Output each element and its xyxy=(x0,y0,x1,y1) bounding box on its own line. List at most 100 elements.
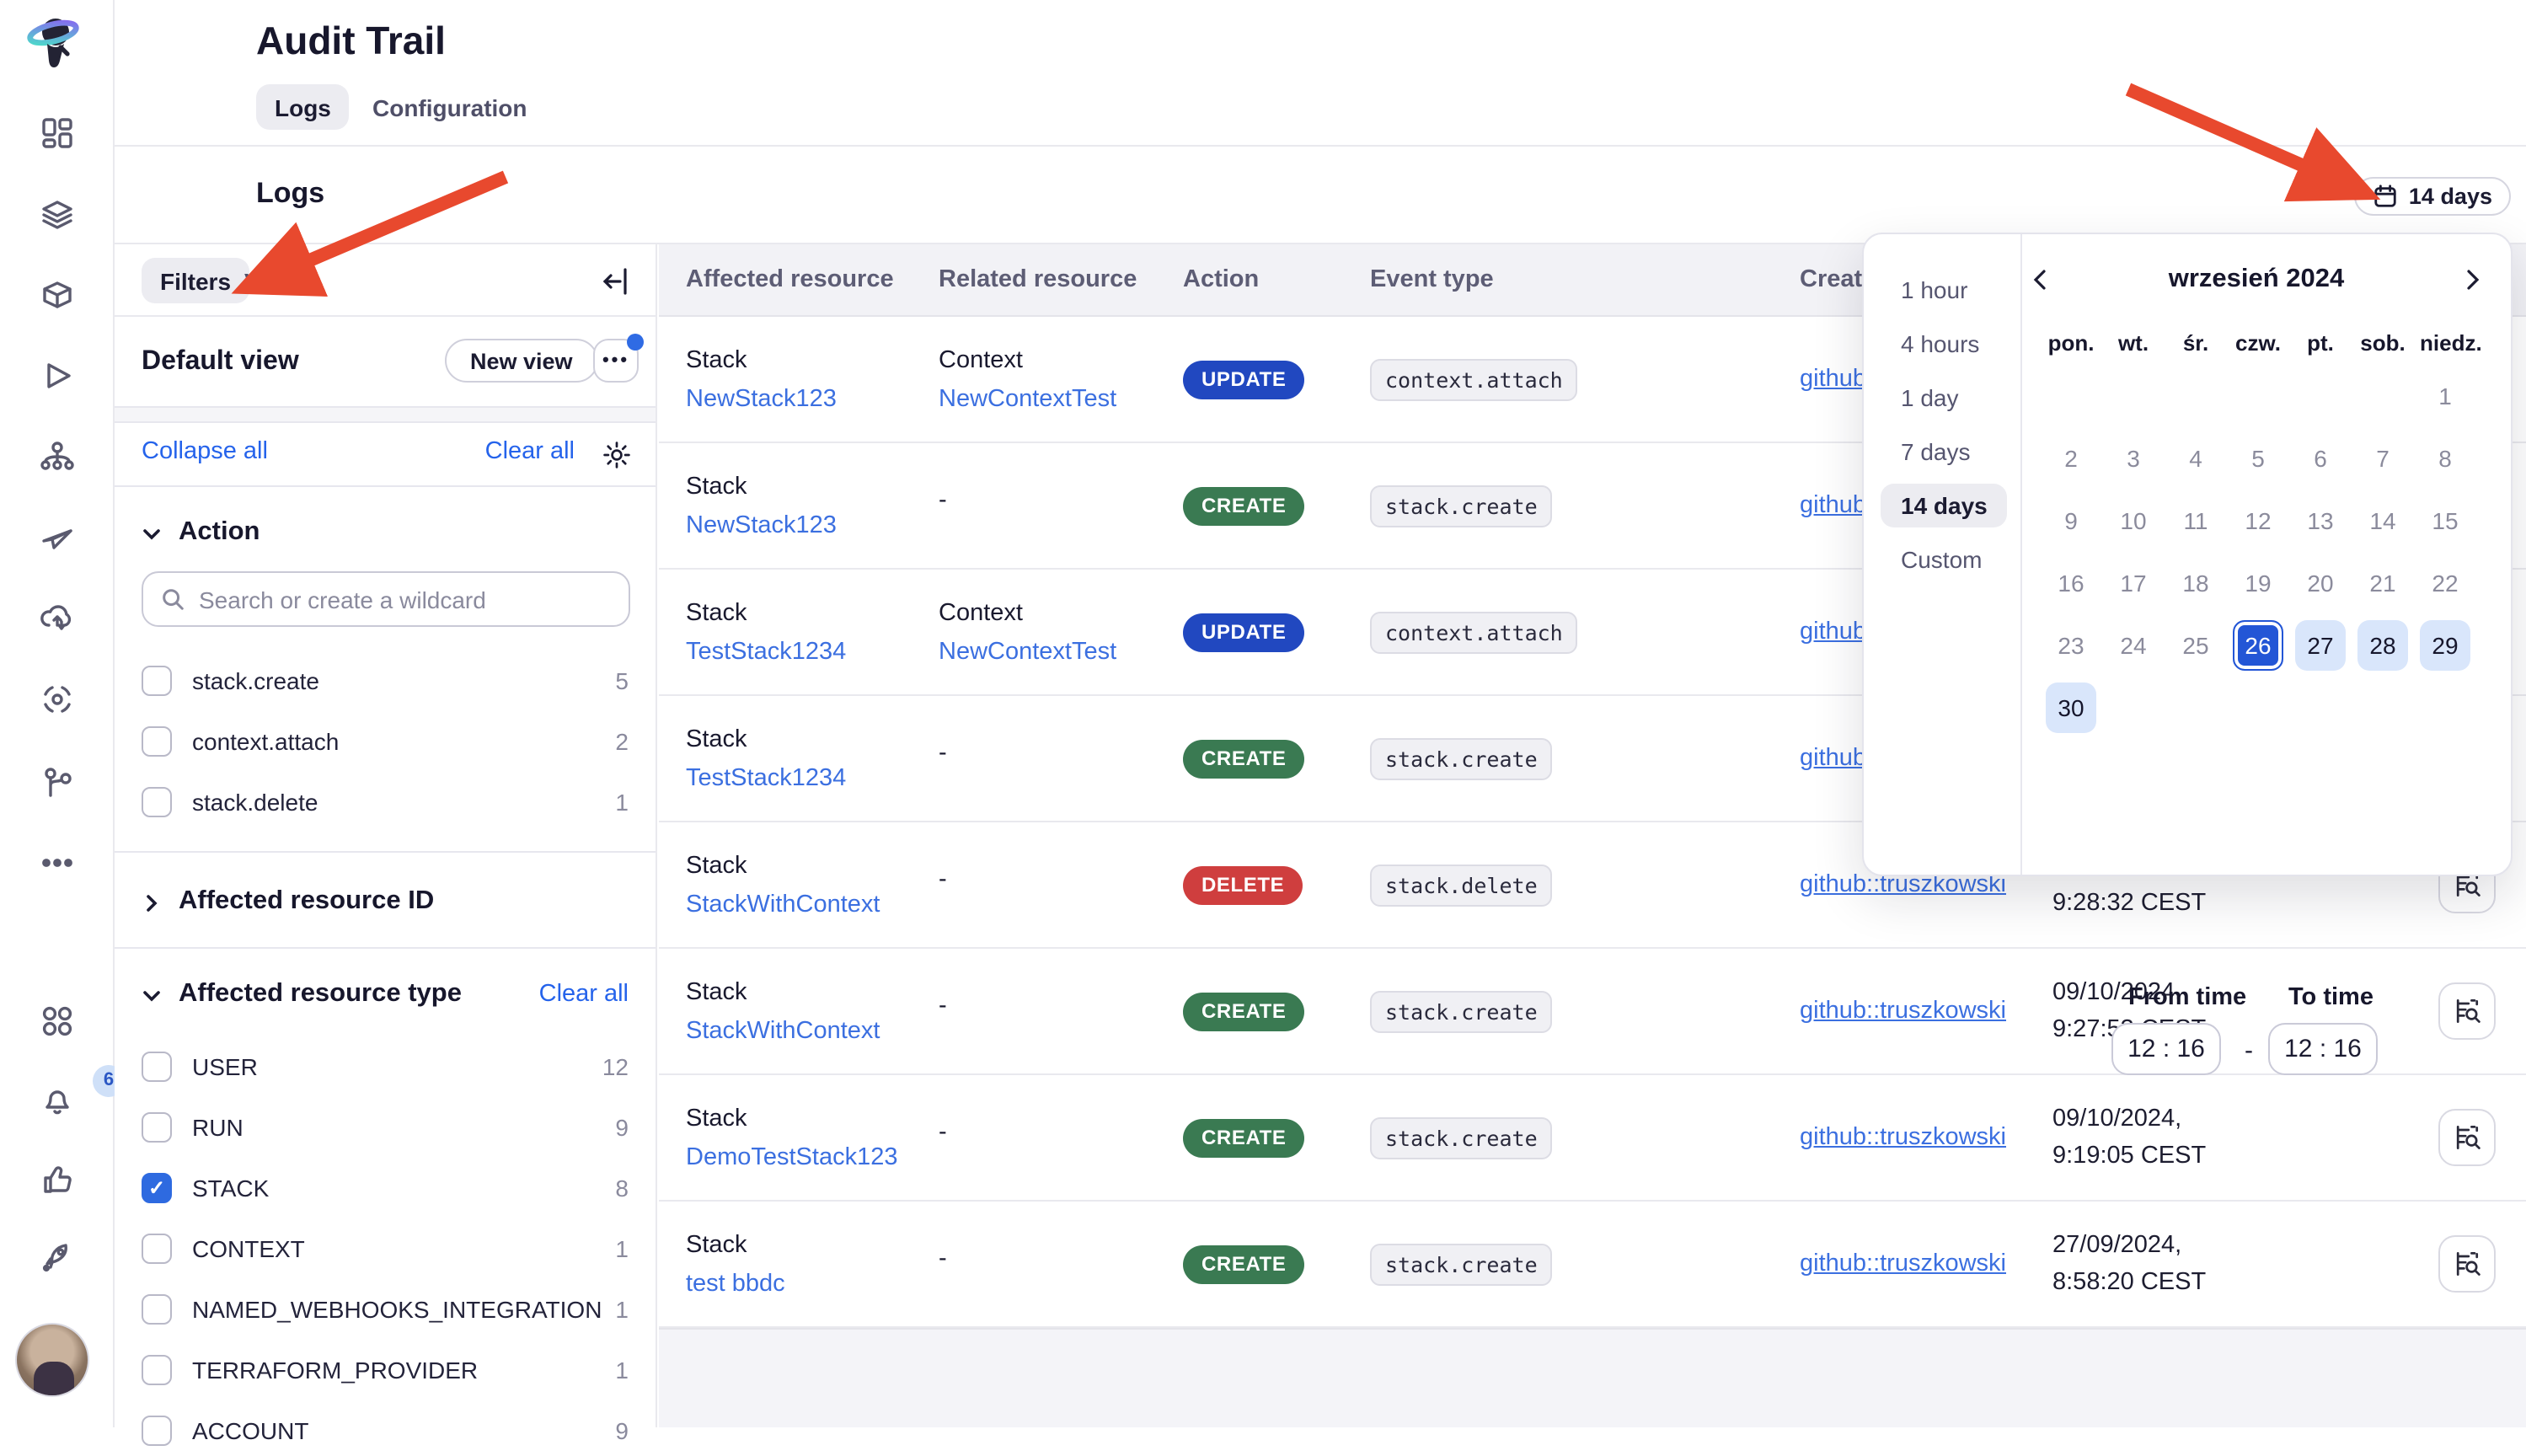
calendar-day[interactable]: 11 xyxy=(2170,495,2221,546)
created-by-link[interactable]: github::truszkowski xyxy=(1800,998,2006,1025)
calendar-day[interactable]: 23 xyxy=(2046,620,2096,671)
calendar-day[interactable]: 8 xyxy=(2420,433,2470,484)
action-search[interactable] xyxy=(142,571,630,627)
calendar-day[interactable]: 29 xyxy=(2420,620,2470,671)
collapse-all-link[interactable]: Collapse all xyxy=(142,438,268,465)
checkbox[interactable] xyxy=(142,1355,172,1385)
inspect-log-button[interactable] xyxy=(2438,1235,2496,1293)
to-time-input[interactable]: 12 : 16 xyxy=(2268,1023,2378,1075)
created-by-link[interactable]: github::truszkowski xyxy=(1800,1250,2006,1277)
sidebar-item-apps[interactable] xyxy=(0,991,115,1058)
sidebar-item-more[interactable] xyxy=(0,832,115,900)
calendar-day[interactable]: 10 xyxy=(2108,495,2159,546)
calendar-day[interactable]: 19 xyxy=(2233,558,2283,608)
section-resource-id-header[interactable]: Affected resource ID xyxy=(115,876,656,927)
resource-link[interactable]: NewStack123 xyxy=(686,511,939,538)
clear-all-link[interactable]: Clear all xyxy=(485,438,575,465)
checkbox[interactable] xyxy=(142,787,172,817)
calendar-day[interactable]: 9 xyxy=(2046,495,2096,546)
filter-option[interactable]: ACCOUNT 9 xyxy=(115,1405,656,1456)
calendar-day[interactable]: 5 xyxy=(2233,433,2283,484)
calendar-day[interactable]: 22 xyxy=(2420,558,2470,608)
prev-month-icon[interactable] xyxy=(2022,261,2059,298)
checkbox[interactable] xyxy=(142,726,172,757)
checkbox[interactable] xyxy=(142,1173,172,1203)
section-action-header[interactable]: Action xyxy=(115,507,656,558)
calendar-day[interactable]: 17 xyxy=(2108,558,2159,608)
next-month-icon[interactable] xyxy=(2454,261,2491,298)
range-preset[interactable]: Custom xyxy=(1881,538,2002,581)
related-link[interactable]: NewContextTest xyxy=(939,385,1183,412)
calendar-day[interactable]: 26 xyxy=(2233,620,2283,671)
table-row[interactable]: Stack test bbdc - CREATE stack.create gi… xyxy=(659,1202,2526,1328)
resource-link[interactable]: test bbdc xyxy=(686,1270,939,1297)
view-more-button[interactable]: ••• xyxy=(593,339,639,383)
calendar-day[interactable]: 25 xyxy=(2170,620,2221,671)
section-resource-type-header[interactable]: Affected resource type Clear all xyxy=(115,969,656,1020)
calendar-day[interactable]: 12 xyxy=(2233,495,2283,546)
tab-configuration[interactable]: Configuration xyxy=(354,84,546,130)
resource-link[interactable]: NewStack123 xyxy=(686,385,939,412)
checkbox[interactable] xyxy=(142,1112,172,1143)
calendar-day[interactable]: 15 xyxy=(2420,495,2470,546)
sidebar-item-notifications[interactable]: 6 xyxy=(0,1068,115,1136)
filter-option[interactable]: NAMED_WEBHOOKS_INTEGRATION 1 xyxy=(115,1284,656,1335)
sidebar-item-cloud[interactable] xyxy=(0,588,115,656)
spacelift-logo[interactable] xyxy=(25,13,83,71)
range-preset[interactable]: 1 hour xyxy=(1881,268,1988,312)
sidebar-item-deliveries[interactable] xyxy=(0,507,115,575)
calendar-day[interactable]: 2 xyxy=(2046,433,2096,484)
sidebar-item-scan[interactable] xyxy=(0,669,115,736)
range-preset[interactable]: 4 hours xyxy=(1881,322,1999,366)
calendar-day[interactable]: 27 xyxy=(2295,620,2346,671)
resource-link[interactable]: StackWithContext xyxy=(686,891,939,918)
sidebar-item-resources[interactable] xyxy=(0,426,115,494)
sidebar-item-launchpad[interactable] xyxy=(0,1227,115,1294)
sidebar-item-feedback[interactable] xyxy=(0,1149,115,1217)
calendar-day[interactable]: 20 xyxy=(2295,558,2346,608)
avatar[interactable] xyxy=(15,1323,89,1397)
inspect-log-button[interactable] xyxy=(2438,1109,2496,1166)
sidebar-item-stacks[interactable] xyxy=(0,184,115,251)
calendar-day[interactable]: 28 xyxy=(2357,620,2408,671)
sidebar-item-blueprints[interactable] xyxy=(0,265,115,332)
sidebar-item-source-control[interactable] xyxy=(0,752,115,819)
filter-option[interactable]: CONTEXT 1 xyxy=(115,1223,656,1274)
calendar-day[interactable]: 18 xyxy=(2170,558,2221,608)
sidebar-item-runs[interactable] xyxy=(0,345,115,413)
calendar-day[interactable]: 21 xyxy=(2357,558,2408,608)
calendar-day[interactable]: 30 xyxy=(2046,682,2096,733)
calendar-day[interactable]: 1 xyxy=(2420,371,2470,421)
filter-option[interactable]: TERRAFORM_PROVIDER 1 xyxy=(115,1345,656,1395)
calendar-day[interactable]: 24 xyxy=(2108,620,2159,671)
checkbox[interactable] xyxy=(142,1294,172,1325)
sidebar-item-dashboard[interactable] xyxy=(0,103,115,170)
tab-logs[interactable]: Logs xyxy=(256,84,350,130)
filter-option[interactable]: stack.create 5 xyxy=(115,656,656,706)
checkbox[interactable] xyxy=(142,1052,172,1082)
created-by-link[interactable]: github::truszkowski xyxy=(1800,1124,2006,1151)
from-time-input[interactable]: 12 : 16 xyxy=(2111,1023,2221,1075)
calendar-day[interactable]: 4 xyxy=(2170,433,2221,484)
calendar-day[interactable]: 3 xyxy=(2108,433,2159,484)
calendar-day[interactable]: 7 xyxy=(2357,433,2408,484)
filter-option[interactable]: USER 12 xyxy=(115,1041,656,1092)
resource-link[interactable]: TestStack1234 xyxy=(686,764,939,791)
tab-views[interactable]: Views xyxy=(226,258,329,303)
filter-option[interactable]: context.attach 2 xyxy=(115,716,656,767)
clear-all-link[interactable]: Clear all xyxy=(539,981,629,1008)
inspect-log-button[interactable] xyxy=(2438,982,2496,1040)
new-view-button[interactable]: New view xyxy=(445,339,598,383)
filter-option[interactable]: stack.delete 1 xyxy=(115,777,656,827)
collapse-panel-icon[interactable] xyxy=(598,263,635,300)
calendar-day[interactable]: 16 xyxy=(2046,558,2096,608)
filter-option[interactable]: STACK 8 xyxy=(115,1163,656,1213)
range-preset[interactable]: 7 days xyxy=(1881,430,1991,474)
calendar-day[interactable]: 14 xyxy=(2357,495,2408,546)
calendar-day[interactable]: 6 xyxy=(2295,433,2346,484)
resource-link[interactable]: TestStack1234 xyxy=(686,638,939,665)
table-row[interactable]: Stack DemoTestStack123 - CREATE stack.cr… xyxy=(659,1075,2526,1202)
checkbox[interactable] xyxy=(142,1234,172,1264)
calendar-day[interactable]: 13 xyxy=(2295,495,2346,546)
range-preset[interactable]: 14 days xyxy=(1881,484,2008,527)
